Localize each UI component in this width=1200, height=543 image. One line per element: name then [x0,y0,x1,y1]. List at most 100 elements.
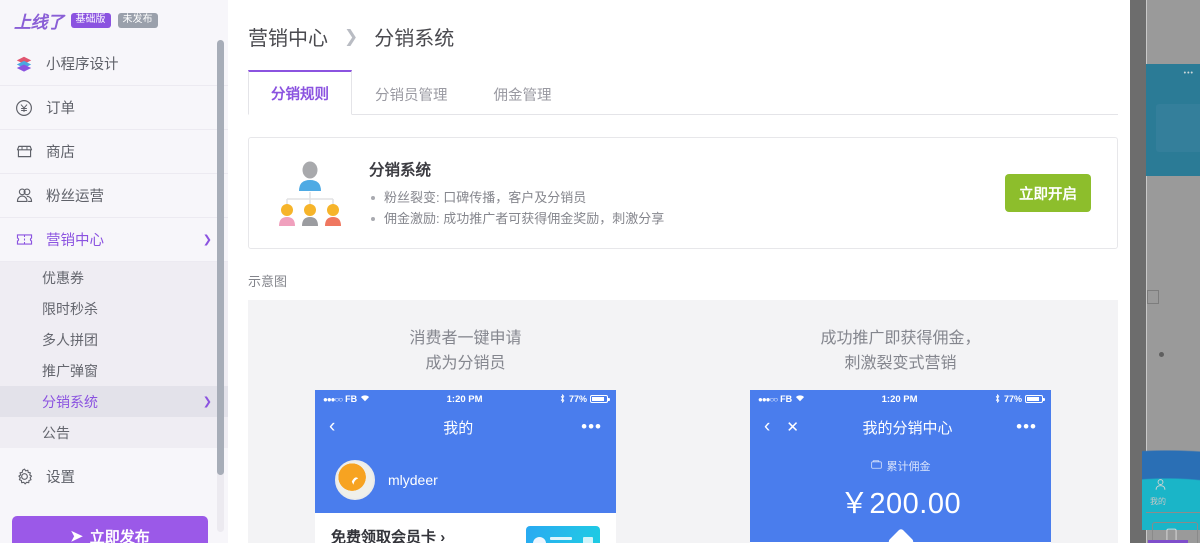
sidebar-subitem-label: 公告 [42,424,70,441]
sidebar-subitem-flash-sale[interactable]: 限时秒杀 [0,293,228,324]
promo-bullet-list: 粉丝裂变: 口碑传播，客户及分销员 佣金激励: 成功推广者可获得佣金奖励，刺激分… [369,187,1005,229]
avatar [335,459,375,500]
clock-label: 1:20 PM [446,393,483,405]
diagram-caption-right: 成功推广即获得佣金， 刺激裂变式营销 [820,326,980,376]
sidebar-item-store[interactable]: 商店 [0,130,228,174]
sidebar-item-fans[interactable]: 粉丝运营 [0,174,228,218]
breadcrumb-item-parent[interactable]: 营销中心 [248,22,328,51]
brand-row: 上线了 基础版 未发布 [0,0,228,40]
carrier-label: FB [345,394,358,404]
wifi-icon [360,394,370,404]
sidebar-scrollbar-thumb[interactable] [217,40,224,475]
commission-total-amount: ￥200.00 [839,488,962,520]
phone-mock-right: ●●●○○ FB 1:20 PM 77% ‹ ✕ 我的分销中心 ••• 累计佣金… [750,390,1051,543]
layers-icon [14,54,34,74]
commission-hero: 累计佣金 ￥200.00 [750,446,1051,543]
membership-card-icon [526,526,600,543]
sidebar: 上线了 基础版 未发布 小程序设计 订单 商店 粉丝运营 营销中心 ❯ 优惠券 … [0,0,228,543]
sidebar-item-orders[interactable]: 订单 [0,86,228,130]
promo-bullet: 粉丝裂变: 口碑传播，客户及分销员 [369,187,1005,208]
hero-notch [887,528,914,543]
chevron-down-icon[interactable]: ❯ [203,233,212,246]
phone-mock-left: ●●●○○ FB 1:20 PM 77% ‹ 我的 ••• mlydeer 免费… [315,390,616,543]
sidebar-subitem-label: 优惠券 [42,269,84,286]
diagram-caption-left: 消费者一键申请 成为分销员 [409,326,521,376]
wifi-icon [795,394,805,404]
sidebar-subitem-distribution[interactable]: 分销系统 ❯ [0,386,228,417]
tab-distribution-rules[interactable]: 分销规则 [248,70,352,115]
bluetooth-icon [994,393,1001,405]
chevron-right-icon: ❯ [202,396,212,408]
username-label: mlydeer [388,471,438,488]
users-icon [14,186,34,206]
caption-line: 成为分销员 [425,355,506,372]
rocket-icon: ➤ [70,528,83,543]
carrier-label: FB [780,394,793,404]
sidebar-item-miniapp-design[interactable]: 小程序设计 [0,42,228,86]
phone-nav-bar-left: ‹ 我的 ••• [315,408,616,446]
commission-total-label: 累计佣金 [886,461,931,473]
battery-percent-label: 77% [568,394,587,404]
sidebar-subitem-label: 分销系统 [42,393,98,410]
org-chart-people-icon [273,156,347,230]
publish-button-wrap: ➤ 立即发布 [0,498,228,543]
battery-icon [590,395,610,403]
publish-button[interactable]: ➤ 立即发布 [12,516,208,543]
caption-line: 成功推广即获得佣金， [820,330,981,347]
sidebar-subitem-announcement[interactable]: 公告 [0,417,228,448]
sidebar-item-settings[interactable]: 设置 [0,454,228,498]
phone-nav-title: 我的 [443,419,474,437]
phone-profile-header: mlydeer [315,446,616,513]
member-card-row[interactable]: 免费领取会员卡 › 完成会员注册，尊享酷炫权益 [315,513,616,543]
breadcrumb: 营销中心 ❯ 分销系统 [248,0,1128,51]
sidebar-subnav: 优惠券 限时秒杀 多人拼团 推广弹窗 分销系统 ❯ 公告 [0,262,228,448]
diagram-column-left: 消费者一键申请 成为分销员 ●●●○○ FB 1:20 PM 77% ‹ 我的 … [248,326,683,543]
sidebar-item-label: 小程序设计 [46,57,119,73]
wallet-icon [870,460,882,472]
breadcrumb-item-current: 分销系统 [374,28,455,50]
plan-badge: 基础版 [70,12,111,28]
enable-now-button[interactable]: 立即开启 [1005,174,1091,212]
sidebar-subitem-label: 多人拼团 [42,331,98,348]
sidebar-subitem-group-buy[interactable]: 多人拼团 [0,324,228,355]
close-icon[interactable]: ✕ [786,418,799,436]
sidebar-nav: 小程序设计 订单 商店 粉丝运营 营销中心 ❯ 优惠券 限时秒杀 多人拼团 推广… [0,40,228,543]
tab-distributor-management[interactable]: 分销员管理 [352,72,471,115]
promo-body: 分销系统 粉丝裂变: 口碑传播，客户及分销员 佣金激励: 成功推广者可获得佣金奖… [347,158,1005,229]
caption-line: 刺激裂变式营销 [844,355,957,372]
store-icon [14,142,34,162]
sidebar-item-label: 营销中心 [46,233,104,249]
brand-logo[interactable]: 上线了 [14,8,64,33]
sidebar-item-label: 粉丝运营 [46,189,104,205]
caption-line: 消费者一键申请 [409,330,522,347]
more-icon[interactable]: ••• [1016,417,1037,437]
diagram-panel: 消费者一键申请 成为分销员 ●●●○○ FB 1:20 PM 77% ‹ 我的 … [248,300,1118,543]
sidebar-item-label: 商店 [46,145,75,161]
phone-status-bar: ●●●○○ FB 1:20 PM 77% [315,390,616,408]
promo-title: 分销系统 [369,161,432,179]
tab-bar: 分销规则 分销员管理 佣金管理 [248,69,1118,115]
sidebar-subitem-coupon[interactable]: 优惠券 [0,262,228,293]
publish-button-label: 立即发布 [89,528,150,543]
sidebar-subitem-popup-promo[interactable]: 推广弹窗 [0,355,228,386]
diagram-column-right: 成功推广即获得佣金， 刺激裂变式营销 ●●●○○ FB 1:20 PM 77% … [683,326,1118,543]
phone-nav-bar-right: ‹ ✕ 我的分销中心 ••• [750,408,1051,446]
breadcrumb-separator-icon: ❯ [344,26,359,46]
promo-card: 分销系统 粉丝裂变: 口碑传播，客户及分销员 佣金激励: 成功推广者可获得佣金奖… [248,137,1118,249]
tab-commission-management[interactable]: 佣金管理 [471,72,575,115]
ticket-icon [14,230,34,250]
phone-nav-title: 我的分销中心 [862,419,953,437]
sidebar-item-label: 订单 [46,101,75,117]
commission-total-label-row: 累计佣金 [750,458,1051,474]
back-icon[interactable]: ‹ [764,416,770,438]
sidebar-item-marketing-center[interactable]: 营销中心 ❯ [0,218,228,262]
member-card-title: 免费领取会员卡 › [331,526,526,543]
more-icon[interactable]: ••• [581,417,602,437]
main-content: 营销中心 ❯ 分销系统 分销规则 分销员管理 佣金管理 分销系统 粉丝裂变: 口… [228,0,1200,543]
yen-circle-icon [14,98,34,118]
signal-dots-icon: ●●●○○ [323,394,343,404]
battery-percent-label: 77% [1003,394,1022,404]
publish-state-badge: 未发布 [117,12,158,28]
clock-label: 1:20 PM [881,393,918,405]
bluetooth-icon [559,393,566,405]
